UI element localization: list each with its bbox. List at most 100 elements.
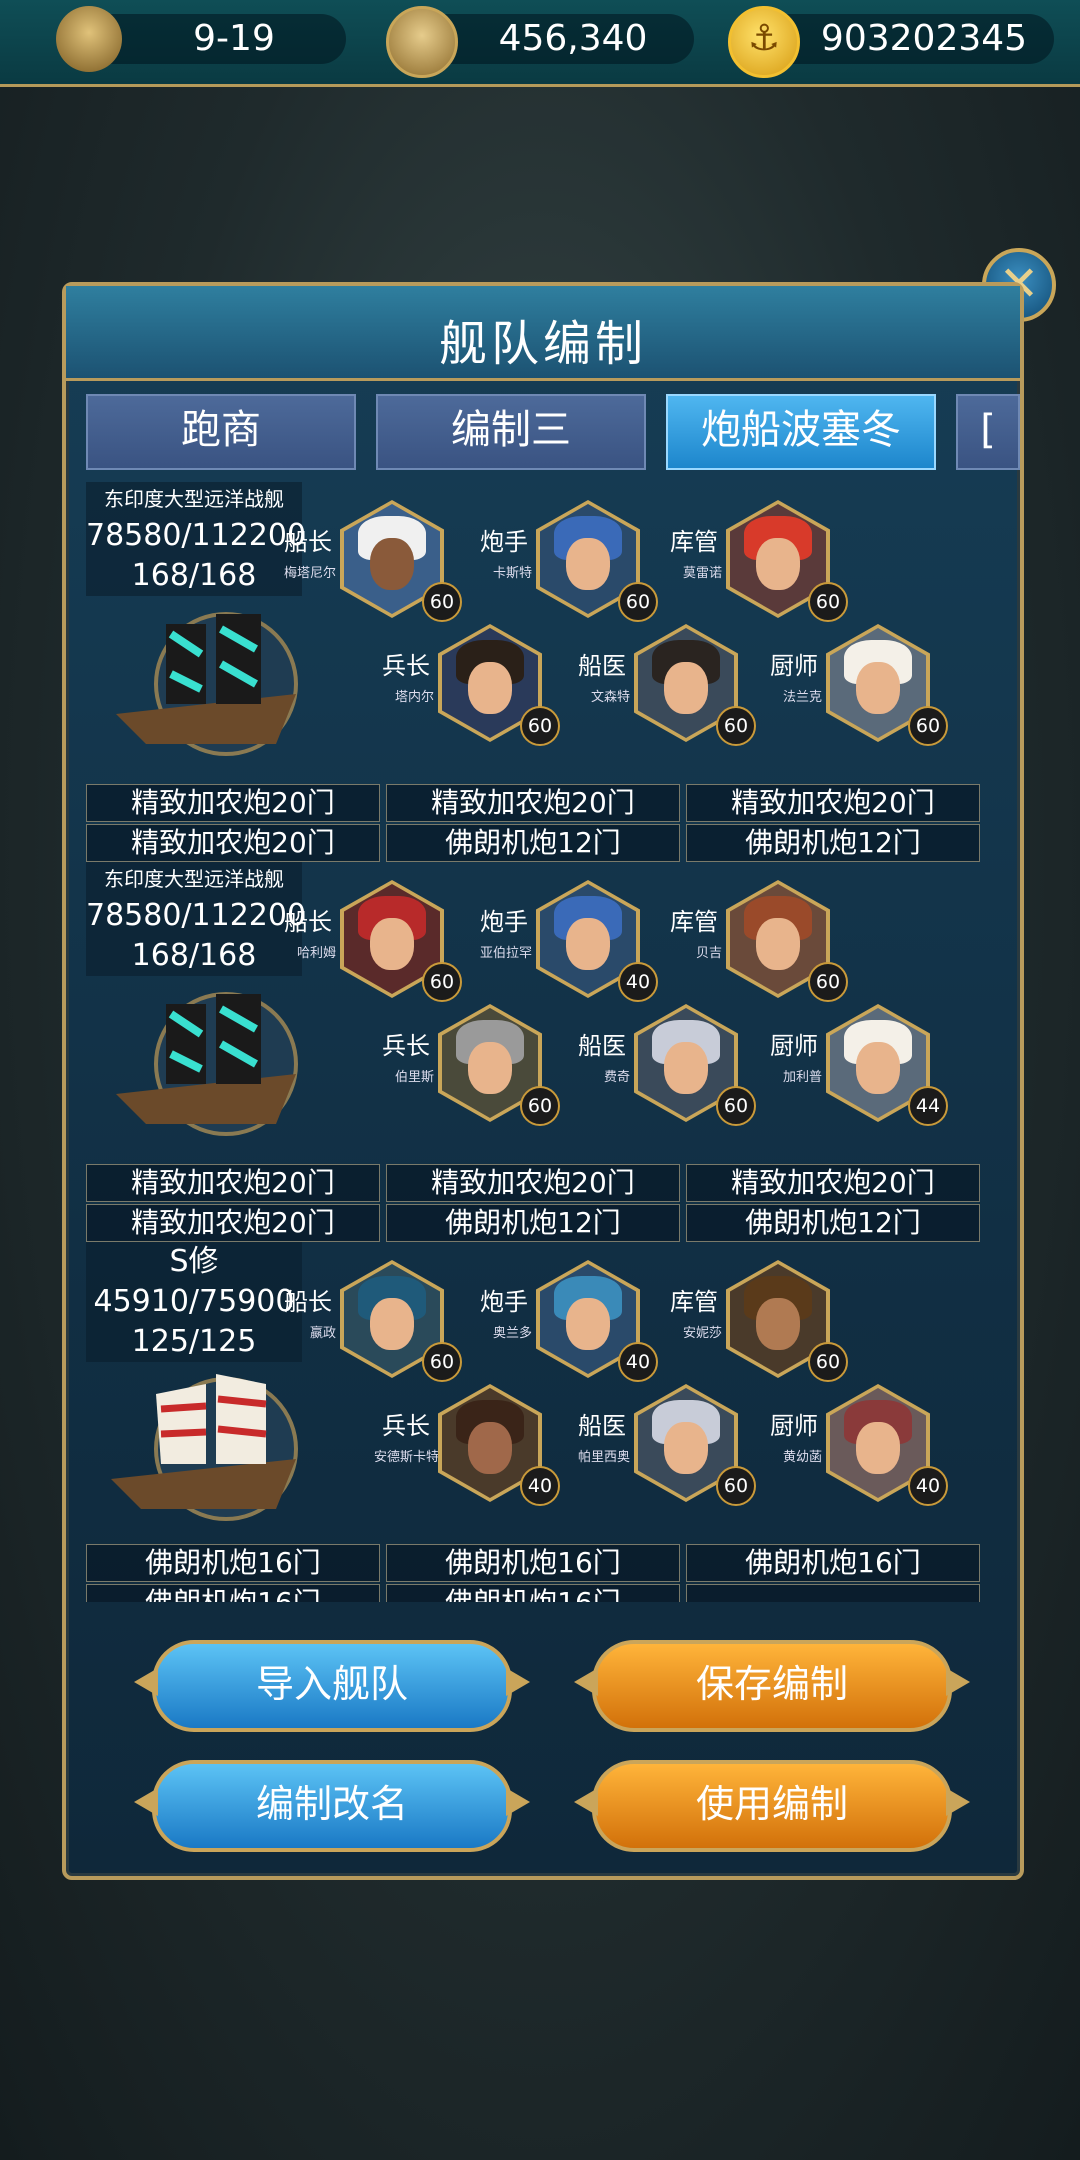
crew-captain[interactable]: 船长 哈利姆 60 [282, 880, 472, 1010]
crew-role: 库管 [670, 528, 718, 556]
crew-role: 兵长 [382, 1412, 430, 1440]
cannon-slot[interactable]: 精致加农炮20门 [386, 784, 680, 822]
cannon-slot[interactable]: 精致加农炮20门 [686, 1164, 980, 1202]
crew-role: 炮手 [480, 908, 528, 936]
crew-captain[interactable]: 船长 梅塔尼尔 60 [282, 500, 472, 630]
ship-name: S修 [86, 1242, 302, 1282]
crew-level: 60 [422, 582, 462, 622]
crew-sergeant[interactable]: 兵长 安德斯卡特 40 [374, 1384, 570, 1514]
ship-info: 东印度大型远洋战舰 78580/112200 168/168 [86, 862, 306, 976]
crew-name: 哈利姆 [296, 946, 336, 961]
tab-formation-three[interactable]: 编制三 [376, 394, 646, 470]
crew-level: 44 [908, 1086, 948, 1126]
date-text: 9-19 [193, 18, 275, 59]
ship-name: 东印度大型远洋战舰 [86, 482, 302, 516]
cannon-slot[interactable]: 精致加农炮20门 [86, 784, 380, 822]
crew-name: 安德斯卡特 [374, 1450, 440, 1465]
crew-doctor[interactable]: 船医 文森特 60 [576, 624, 766, 754]
crew-role: 船医 [578, 652, 626, 680]
crew-storekeeper[interactable]: 库管 莫雷诺 60 [668, 500, 858, 630]
crew-name: 帕里西奥 [577, 1450, 630, 1465]
ship-crew-count: 168/168 [86, 556, 302, 596]
cannon-slot[interactable]: 精致加农炮20门 [86, 824, 380, 862]
cannon-slot[interactable]: 佛朗机炮12门 [686, 1204, 980, 1242]
gold-resource: ⚓ 903202345 [728, 6, 1054, 78]
tab-more[interactable]: [ [956, 394, 1020, 470]
crew-level: 60 [716, 1466, 756, 1506]
ship-image[interactable] [106, 974, 306, 1144]
ship-image[interactable] [106, 1354, 306, 1524]
cannon-slot[interactable]: 精致加农炮20门 [86, 1204, 380, 1242]
crew-cook[interactable]: 厨师 黄幼菡 40 [768, 1384, 958, 1514]
crew-level: 40 [908, 1466, 948, 1506]
crew-role: 船长 [284, 908, 332, 936]
crew-captain[interactable]: 船长 嬴政 60 [282, 1260, 472, 1390]
crew-storekeeper[interactable]: 库管 安妮莎 60 [668, 1260, 858, 1390]
crew-name: 文森特 [590, 690, 630, 705]
panel-title: 舰队编制 [438, 316, 647, 372]
compass-value: 456,340 [498, 18, 648, 59]
crew-role: 船长 [284, 1288, 332, 1316]
rename-formation-button[interactable]: 编制改名 [152, 1760, 512, 1852]
crew-sergeant[interactable]: 兵长 塔内尔 60 [380, 624, 570, 754]
crew-role: 厨师 [770, 1032, 818, 1060]
ship-name: 东印度大型远洋战舰 [86, 862, 302, 896]
crew-role: 厨师 [770, 652, 818, 680]
cannon-slot[interactable]: 佛朗机炮12门 [386, 824, 680, 862]
crew-level: 60 [808, 1342, 848, 1382]
crew-role: 兵长 [382, 1032, 430, 1060]
crew-doctor[interactable]: 船医 费奇 60 [576, 1004, 766, 1134]
cannon-slot[interactable]: 精致加农炮20门 [86, 1164, 380, 1202]
resource-bar: 9-19 456,340 ⚓ 903202345 [0, 0, 1080, 87]
crew-name: 黄幼菡 [782, 1450, 822, 1465]
crew-role: 兵长 [382, 652, 430, 680]
crew-gunner[interactable]: 炮手 奥兰多 40 [478, 1260, 668, 1390]
crew-name: 亚伯拉罕 [479, 946, 532, 961]
crew-cook[interactable]: 厨师 加利普 44 [768, 1004, 958, 1134]
use-formation-button[interactable]: 使用编制 [592, 1760, 952, 1852]
hourglass-icon [56, 6, 122, 72]
crew-storekeeper[interactable]: 库管 贝吉 60 [668, 880, 858, 1010]
crew-name: 梅塔尼尔 [283, 566, 336, 581]
anchor-coin-icon: ⚓ [728, 6, 800, 78]
cannon-slot[interactable]: 佛朗机炮12门 [386, 1204, 680, 1242]
crew-sergeant[interactable]: 兵长 伯里斯 60 [380, 1004, 570, 1134]
cannon-slot[interactable]: 精致加农炮20门 [386, 1164, 680, 1202]
crew-role: 船医 [578, 1412, 626, 1440]
crew-gunner[interactable]: 炮手 亚伯拉罕 40 [478, 880, 668, 1010]
cannon-slot[interactable]: 佛朗机炮12门 [686, 824, 980, 862]
ship-durability: 78580/112200 [86, 516, 306, 556]
crew-role: 库管 [670, 1288, 718, 1316]
crew-doctor[interactable]: 船医 帕里西奥 60 [576, 1384, 766, 1514]
crew-level: 40 [618, 962, 658, 1002]
crew-level: 60 [716, 706, 756, 746]
ship-image[interactable] [106, 594, 306, 764]
crew-level: 60 [808, 962, 848, 1002]
cannon-slot[interactable]: 佛朗机炮16门 [86, 1544, 380, 1582]
cannon-slot[interactable]: 佛朗机炮16门 [686, 1544, 980, 1582]
crew-gunner[interactable]: 炮手 卡斯特 60 [478, 500, 668, 630]
cannon-slot[interactable]: 佛朗机炮16门 [86, 1584, 380, 1602]
cannon-slot[interactable]: 佛朗机炮16门 [386, 1544, 680, 1582]
crew-level: 60 [520, 706, 560, 746]
ship-info: S修 45910/75900 125/125 [86, 1242, 302, 1362]
date-display: 9-19 [56, 6, 346, 72]
tab-trade[interactable]: 跑商 [86, 394, 356, 470]
crew-level: 60 [716, 1086, 756, 1126]
crew-level: 60 [908, 706, 948, 746]
crew-role: 船医 [578, 1032, 626, 1060]
cannon-slot[interactable]: 精致加农炮20门 [686, 784, 980, 822]
cannon-slot[interactable]: 佛朗机炮16门 [386, 1584, 680, 1602]
cannon-slot[interactable] [686, 1584, 980, 1602]
tab-poseidon[interactable]: 炮船波塞冬 [666, 394, 936, 470]
save-formation-button[interactable]: 保存编制 [592, 1640, 952, 1732]
crew-role: 炮手 [480, 528, 528, 556]
crew-name: 伯里斯 [394, 1070, 434, 1085]
import-fleet-button[interactable]: 导入舰队 [152, 1640, 512, 1732]
crew-level: 60 [422, 1342, 462, 1382]
crew-name: 加利普 [782, 1070, 822, 1085]
ship-durability: 45910/75900 [86, 1282, 302, 1322]
crew-name: 法兰克 [782, 690, 822, 705]
fleet-list[interactable]: 东印度大型远洋战舰 78580/112200 168/168 船长 梅塔尼尔 6… [86, 482, 996, 1602]
crew-cook[interactable]: 厨师 法兰克 60 [768, 624, 958, 754]
